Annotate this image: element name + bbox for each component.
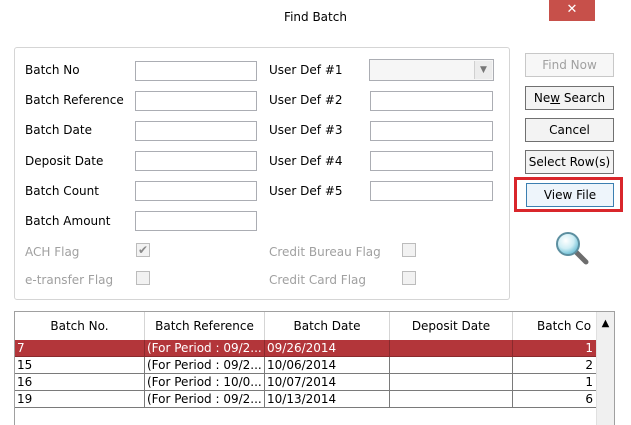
- user-def3-input[interactable]: [370, 121, 493, 141]
- cell-deposit-date: [390, 374, 513, 391]
- user-def5-input[interactable]: [370, 181, 493, 201]
- deposit-date-label: Deposit Date: [25, 154, 104, 168]
- cell-batch-no: 16: [15, 374, 145, 391]
- title-bar: Find Batch ✕: [0, 0, 631, 34]
- cell-batch-count: 1: [513, 374, 598, 391]
- vertical-scrollbar[interactable]: ▲: [596, 312, 614, 425]
- cell-batch-count: 2: [513, 357, 598, 374]
- cell-batch-count: 1: [513, 340, 598, 357]
- cell-batch-no: 19: [15, 391, 145, 408]
- col-header-batch-count[interactable]: Batch Co: [513, 312, 598, 340]
- batch-date-label: Batch Date: [25, 123, 92, 137]
- checkmark-icon: ✔: [137, 243, 149, 257]
- credit-bureau-flag-checkbox[interactable]: [402, 243, 416, 257]
- table-row[interactable]: 15 (For Period : 09/2... 10/06/2014 2: [15, 357, 598, 374]
- col-header-batch-no[interactable]: Batch No.: [15, 312, 145, 340]
- cell-deposit-date: [390, 340, 513, 357]
- etransfer-flag-checkbox[interactable]: [136, 271, 150, 285]
- deposit-date-input[interactable]: [135, 151, 257, 171]
- cell-batch-reference: (For Period : 10/0...: [145, 374, 265, 391]
- user-def3-label: User Def #3: [269, 123, 343, 137]
- cell-batch-date: 10/07/2014: [265, 374, 390, 391]
- batch-count-label: Batch Count: [25, 184, 99, 198]
- new-search-label-b: Search: [560, 91, 606, 105]
- credit-bureau-flag-label: Credit Bureau Flag: [269, 245, 381, 259]
- table-row[interactable]: 16 (For Period : 10/0... 10/07/2014 1: [15, 374, 598, 391]
- cell-deposit-date: [390, 357, 513, 374]
- cell-batch-count: 6: [513, 391, 598, 408]
- cell-batch-reference: (For Period : 09/2...: [145, 340, 265, 357]
- view-file-button[interactable]: View File: [526, 183, 614, 207]
- chevron-down-icon[interactable]: ▼: [474, 61, 492, 79]
- cell-batch-date: 09/26/2014: [265, 340, 390, 357]
- search-criteria-group: [14, 47, 510, 300]
- batch-no-label: Batch No: [25, 63, 80, 77]
- user-def4-input[interactable]: [370, 151, 493, 171]
- user-def5-label: User Def #5: [269, 184, 343, 198]
- user-def1-label: User Def #1: [269, 63, 343, 77]
- cell-batch-no: 15: [15, 357, 145, 374]
- new-search-button[interactable]: New Search: [525, 86, 614, 110]
- ach-flag-checkbox[interactable]: ✔: [136, 243, 150, 257]
- close-button[interactable]: ✕: [549, 0, 595, 21]
- credit-card-flag-label: Credit Card Flag: [269, 273, 366, 287]
- user-def2-input[interactable]: [370, 91, 493, 111]
- batch-count-input[interactable]: [135, 181, 257, 201]
- cell-batch-date: 10/06/2014: [265, 357, 390, 374]
- col-header-batch-reference[interactable]: Batch Reference: [145, 312, 265, 340]
- cell-batch-reference: (For Period : 09/2...: [145, 391, 265, 408]
- results-grid[interactable]: Batch No. Batch Reference Batch Date Dep…: [14, 311, 615, 425]
- cell-deposit-date: [390, 391, 513, 408]
- table-row[interactable]: 19 (For Period : 09/2... 10/13/2014 6: [15, 391, 598, 408]
- batch-no-input[interactable]: [135, 61, 257, 81]
- window-title: Find Batch: [284, 10, 347, 24]
- cell-batch-date: 10/13/2014: [265, 391, 390, 408]
- user-def1-dropdown[interactable]: ▼: [369, 59, 494, 81]
- batch-amount-label: Batch Amount: [25, 214, 111, 228]
- col-header-deposit-date[interactable]: Deposit Date: [390, 312, 513, 340]
- batch-reference-label: Batch Reference: [25, 93, 124, 107]
- user-def2-label: User Def #2: [269, 93, 343, 107]
- new-search-label-a: Ne: [533, 91, 551, 105]
- etransfer-flag-label: e-transfer Flag: [25, 273, 114, 287]
- cell-batch-reference: (For Period : 09/2...: [145, 357, 265, 374]
- table-row[interactable]: 7 (For Period : 09/2... 09/26/2014 1: [15, 340, 598, 357]
- cell-batch-no: 7: [15, 340, 145, 357]
- credit-card-flag-checkbox[interactable]: [402, 271, 416, 285]
- scroll-up-icon[interactable]: ▲: [597, 318, 614, 329]
- magnifier-icon[interactable]: [552, 230, 592, 266]
- user-def4-label: User Def #4: [269, 154, 343, 168]
- batch-reference-input[interactable]: [135, 91, 257, 111]
- find-now-button[interactable]: Find Now: [525, 53, 614, 77]
- select-rows-button[interactable]: Select Row(s): [525, 150, 614, 174]
- batch-amount-input[interactable]: [135, 211, 257, 231]
- new-search-mnemonic: w: [550, 91, 561, 105]
- cancel-button[interactable]: Cancel: [525, 118, 614, 142]
- ach-flag-label: ACH Flag: [25, 245, 80, 259]
- batch-date-input[interactable]: [135, 121, 257, 141]
- col-header-batch-date[interactable]: Batch Date: [265, 312, 390, 340]
- close-icon[interactable]: ✕: [567, 2, 578, 17]
